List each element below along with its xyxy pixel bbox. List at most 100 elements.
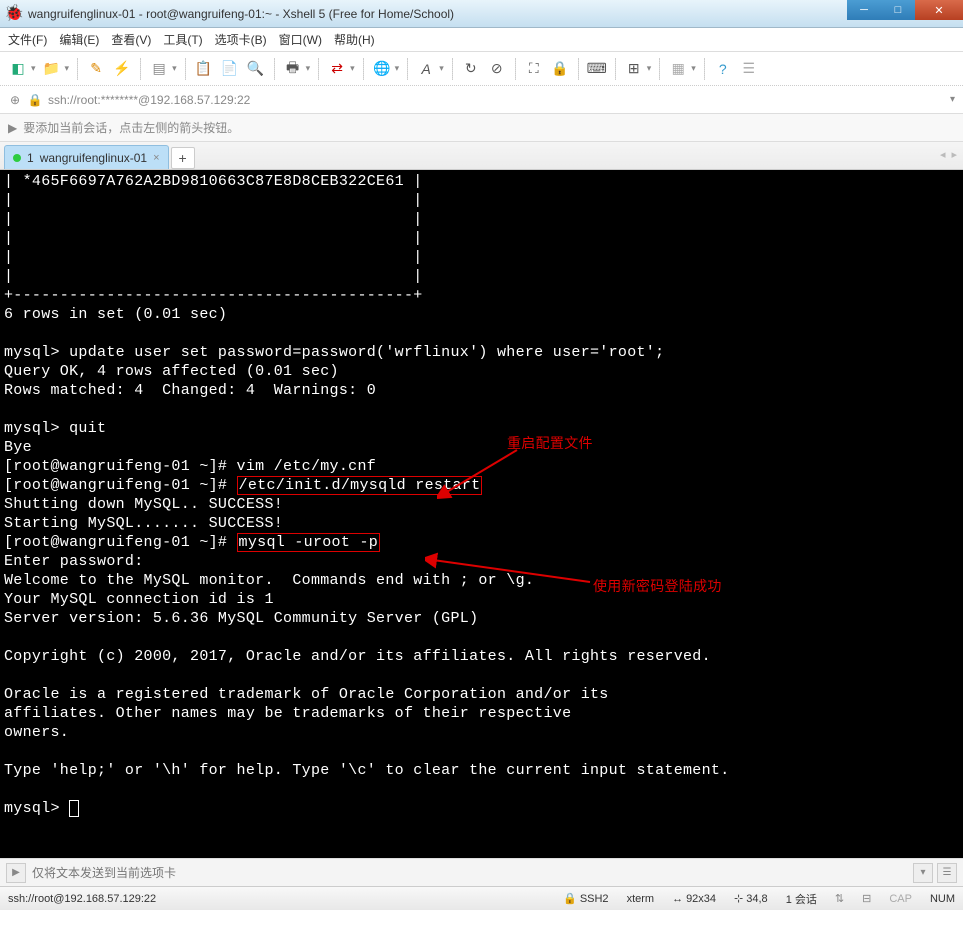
term-line: Oracle is a registered trademark of Orac… [4,686,609,703]
menu-tabs[interactable]: 选项卡(B) [215,31,267,48]
layout-icon[interactable]: ⊞ [624,59,644,79]
status-bar: ssh://root@192.168.57.129:22 🔒 SSH2 xter… [0,886,963,910]
term-line: Query OK, 4 rows affected (0.01 sec) [4,363,339,380]
paste-icon[interactable]: 📄 [220,59,240,79]
print-dropdown[interactable]: ▾ [306,63,311,74]
toolbar: ◧▾ 📁▾ ✎ ⚡ ▤▾ 📋 📄 🔍 🖶▾ ⇄▾ 🌐▾ A▾ ↻ ⊘ ⛶ 🔒 ⌨… [0,52,963,86]
compose-menu-icon[interactable]: ☰ [937,863,957,883]
print-icon[interactable]: 🖶 [283,59,303,79]
globe-dropdown[interactable]: ▾ [395,63,400,74]
tab-nav: ◂ ▸ [940,148,957,161]
keyboard-icon[interactable]: ⌨ [587,59,607,79]
term-line: Welcome to the MySQL monitor. Commands e… [4,572,534,589]
properties-icon[interactable]: ▤ [149,59,169,79]
highlighted-command: mysql -uroot -p [237,533,381,552]
menu-bar: 文件(F) 编辑(E) 查看(V) 工具(T) 选项卡(B) 窗口(W) 帮助(… [0,28,963,52]
send-icon[interactable]: ▶ [6,863,26,883]
annotation-text: 重启配置文件 [507,435,593,454]
open-icon[interactable]: 📁 [42,59,62,79]
properties-dropdown[interactable]: ▾ [172,63,177,74]
app-icon: 🐞 [4,5,22,23]
tab-nav-left-icon[interactable]: ◂ [940,148,946,161]
tab-index: 1 [27,151,34,165]
close-button[interactable]: ✕ [915,0,963,20]
address-bar: ⊕ 🔒 ssh://root:********@192.168.57.129:2… [0,86,963,114]
term-line: +---------------------------------------… [4,287,423,304]
minimize-button[interactable]: ─ [847,0,881,20]
font-icon[interactable]: A [416,59,436,79]
copy-icon[interactable]: 📋 [194,59,214,79]
term-line: | *465F6697A762A2BD9810663C87E8D8CEB322C… [4,173,423,190]
layout-dropdown[interactable]: ▾ [647,63,652,74]
open-dropdown[interactable]: ▾ [65,63,70,74]
stop-icon[interactable]: ⊘ [487,59,507,79]
cursor [69,800,79,817]
term-line: | | [4,192,423,209]
fullscreen-icon[interactable]: ⛶ [524,59,544,79]
menu-tools[interactable]: 工具(T) [163,31,202,48]
new-tab-button[interactable]: + [171,147,195,169]
tab-nav-right-icon[interactable]: ▸ [951,148,957,161]
term-line: | | [4,268,423,285]
status-sessions: 1 会话 [786,891,817,907]
term-line: Your MySQL connection id is 1 [4,591,274,608]
separator [185,58,186,80]
separator [578,58,579,80]
menu-view[interactable]: 查看(V) [111,31,151,48]
terminal[interactable]: | *465F6697A762A2BD9810663C87E8D8CEB322C… [0,170,963,858]
disconnect-icon[interactable]: ⚡ [112,59,132,79]
compose-input[interactable] [32,866,907,880]
highlighted-command: /etc/init.d/mysqld restart [237,476,483,495]
status-updown-icon[interactable]: ⇅ [835,892,844,905]
maximize-button[interactable]: □ [881,0,915,20]
term-line: Copyright (c) 2000, 2017, Oracle and/or … [4,648,711,665]
annotation-text: 使用新密码登陆成功 [593,578,722,597]
tip-icon[interactable]: ▶ [8,121,17,135]
separator [515,58,516,80]
separator [363,58,364,80]
status-fold-icon[interactable]: ⊟ [862,892,871,905]
about-icon[interactable]: ☰ [739,59,759,79]
status-cap: CAP [889,893,912,905]
separator [704,58,705,80]
title-bar: 🐞 wangruifenglinux-01 - root@wangruifeng… [0,0,963,28]
address-dropdown[interactable]: ▾ [950,94,955,105]
menu-help[interactable]: 帮助(H) [334,31,375,48]
address-text[interactable]: ssh://root:********@192.168.57.129:22 [48,93,944,107]
term-line: Starting MySQL....... SUCCESS! [4,515,283,532]
term-line: 6 rows in set (0.01 sec) [4,306,227,323]
new-dropdown[interactable]: ▾ [31,63,36,74]
term-line: Bye [4,439,32,456]
term-line: Type 'help;' or '\h' for help. Type '\c'… [4,762,730,779]
globe-icon[interactable]: 🌐 [372,59,392,79]
tab-close-icon[interactable]: × [153,152,159,164]
term-line: [root@wangruifeng-01 ~]# mysql -uroot -p [4,533,380,552]
addr-action-icon[interactable]: ⊕ [8,93,22,107]
session-tab[interactable]: 1 wangruifenglinux-01 × [4,145,169,169]
refresh-icon[interactable]: ↻ [461,59,481,79]
term-line: [root@wangruifeng-01 ~]# vim /etc/my.cnf [4,458,376,475]
menu-file[interactable]: 文件(F) [8,31,47,48]
tile-dropdown[interactable]: ▾ [691,63,696,74]
help-icon[interactable]: ? [713,59,733,79]
term-line: [root@wangruifeng-01 ~]# /etc/init.d/mys… [4,476,482,495]
separator [452,58,453,80]
term-line: | | [4,230,423,247]
transfer-icon[interactable]: ⇄ [327,59,347,79]
menu-edit[interactable]: 编辑(E) [59,31,99,48]
transfer-dropdown[interactable]: ▾ [350,63,355,74]
separator [77,58,78,80]
menu-window[interactable]: 窗口(W) [279,31,322,48]
term-line: mysql> update user set password=password… [4,344,664,361]
new-icon[interactable]: ◧ [8,59,28,79]
lock-icon[interactable]: 🔒 [550,59,570,79]
font-dropdown[interactable]: ▾ [439,63,444,74]
compose-dropdown-icon[interactable]: ▾ [913,863,933,883]
term-line: owners. [4,724,69,741]
tile-icon[interactable]: ▦ [668,59,688,79]
compose-bar: ▶ ▾ ☰ [0,858,963,886]
lock-icon: 🔒 [28,93,42,107]
find-icon[interactable]: 🔍 [246,59,266,79]
status-num: NUM [930,893,955,905]
reconnect-icon[interactable]: ✎ [86,59,106,79]
